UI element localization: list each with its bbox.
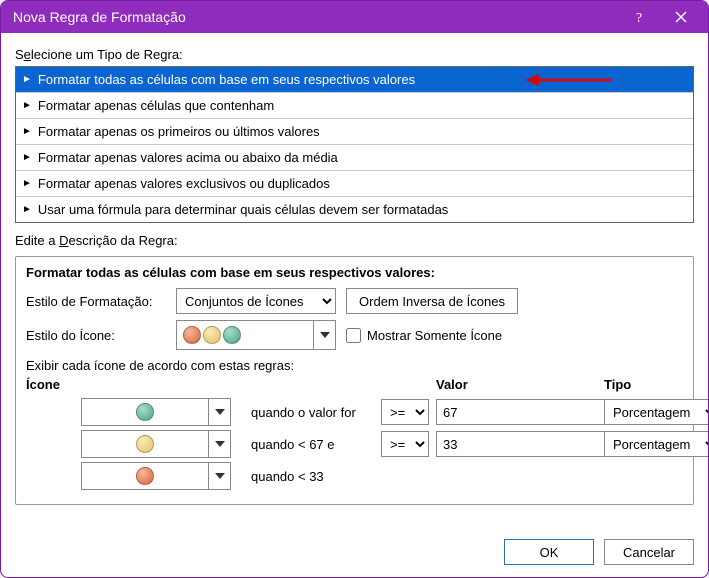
circle-green-icon xyxy=(136,403,154,421)
chevron-down-icon[interactable] xyxy=(208,431,230,457)
rule-type-item-0[interactable]: ► Formatar todas as células com base em … xyxy=(16,67,693,93)
operator-select-1[interactable]: >= xyxy=(381,399,429,425)
value-input-1[interactable] xyxy=(436,399,625,425)
reverse-icon-order-button[interactable]: Ordem Inversa de Ícones xyxy=(346,288,518,314)
help-button[interactable]: ? xyxy=(618,3,660,31)
hdr-valor: Valor xyxy=(436,377,604,394)
rule-type-item-3[interactable]: ► Formatar apenas valores acima ou abaixo… xyxy=(16,145,693,171)
svg-text:?: ? xyxy=(636,11,642,24)
cond-text-2: quando < 67 e xyxy=(251,437,381,452)
dialog-new-formatting-rule: Nova Regra de Formatação ? Selecione um … xyxy=(0,0,709,578)
cancel-button[interactable]: Cancelar xyxy=(604,539,694,565)
caret-icon: ► xyxy=(22,153,32,163)
format-style-label: Estilo de Formatação: xyxy=(26,294,166,309)
icon-select-2[interactable] xyxy=(81,430,231,458)
rule-description-panel: Formatar todas as células com base em se… xyxy=(15,256,694,505)
icon-style-label: Estilo do Ícone: xyxy=(26,328,166,343)
titlebar: Nova Regra de Formatação ? xyxy=(1,1,708,33)
rule-type-text: Usar uma fórmula para determinar quais c… xyxy=(38,202,448,217)
rule-type-text: Formatar apenas valores exclusivos ou du… xyxy=(38,176,330,191)
rule-type-list[interactable]: ► Formatar todas as células com base em … xyxy=(15,66,694,223)
caret-icon: ► xyxy=(22,75,32,85)
rule-type-item-5[interactable]: ► Usar uma fórmula para determinar quais … xyxy=(16,197,693,222)
close-button[interactable] xyxy=(660,3,702,31)
hdr-icone: Ícone xyxy=(26,377,231,394)
circle-green-icon xyxy=(223,326,241,344)
ok-button[interactable]: OK xyxy=(504,539,594,565)
value-input-2-wrap xyxy=(436,431,586,457)
dialog-title: Nova Regra de Formatação xyxy=(13,9,618,25)
show-only-icon-checkbox[interactable]: Mostrar Somente Ícone xyxy=(346,328,502,343)
type-select-2[interactable]: Porcentagem xyxy=(604,431,708,457)
caret-icon: ► xyxy=(22,179,32,189)
value-input-2[interactable] xyxy=(436,431,625,457)
rule-type-text: Formatar apenas os primeiros ou últimos … xyxy=(38,124,320,139)
chevron-down-icon[interactable] xyxy=(208,463,230,489)
circle-yellow-icon xyxy=(203,326,221,344)
icon-select-1[interactable] xyxy=(81,398,231,426)
caret-icon: ► xyxy=(22,101,32,111)
chevron-down-icon[interactable] xyxy=(208,399,230,425)
rule-type-text: Formatar apenas valores acima ou abaixo … xyxy=(38,150,338,165)
caret-icon: ► xyxy=(22,127,32,137)
rule-type-item-2[interactable]: ► Formatar apenas os primeiros ou últimos… xyxy=(16,119,693,145)
cond-text-1: quando o valor for xyxy=(251,405,381,420)
icon-select-3[interactable] xyxy=(81,462,231,490)
show-only-icon-label: Mostrar Somente Ícone xyxy=(367,328,502,343)
hdr-tipo: Tipo xyxy=(604,377,708,394)
type-select-1[interactable]: Porcentagem xyxy=(604,399,708,425)
rule-type-text: Formatar apenas células que contenham xyxy=(38,98,274,113)
cond-text-3: quando < 33 xyxy=(251,469,381,484)
operator-select-2[interactable]: >= xyxy=(381,431,429,457)
circle-yellow-icon xyxy=(136,435,154,453)
desc-heading: Formatar todas as células com base em se… xyxy=(26,265,683,280)
display-rules-label: Exibir cada ícone de acordo com estas re… xyxy=(26,358,683,373)
circle-red-icon xyxy=(183,326,201,344)
select-rule-type-label: Selecione um Tipo de Regra: xyxy=(15,47,694,62)
rule-type-item-4[interactable]: ► Formatar apenas valores exclusivos ou d… xyxy=(16,171,693,197)
format-style-select[interactable]: Conjuntos de Ícones xyxy=(176,288,336,314)
icon-style-select[interactable] xyxy=(176,320,336,350)
dialog-footer: OK Cancelar xyxy=(1,529,708,577)
value-input-1-wrap xyxy=(436,399,586,425)
edit-rule-desc-label: Edite a Descrição da Regra: xyxy=(15,233,694,248)
icon-rules-grid: Ícone Valor Tipo quando o valor for >= xyxy=(26,377,683,490)
annotation-arrow-icon xyxy=(523,70,613,90)
rule-type-text: Formatar todas as células com base em se… xyxy=(38,72,415,87)
circle-red-icon xyxy=(136,467,154,485)
caret-icon: ► xyxy=(22,205,32,215)
rule-type-item-1[interactable]: ► Formatar apenas células que contenham xyxy=(16,93,693,119)
chevron-down-icon[interactable] xyxy=(313,321,335,349)
